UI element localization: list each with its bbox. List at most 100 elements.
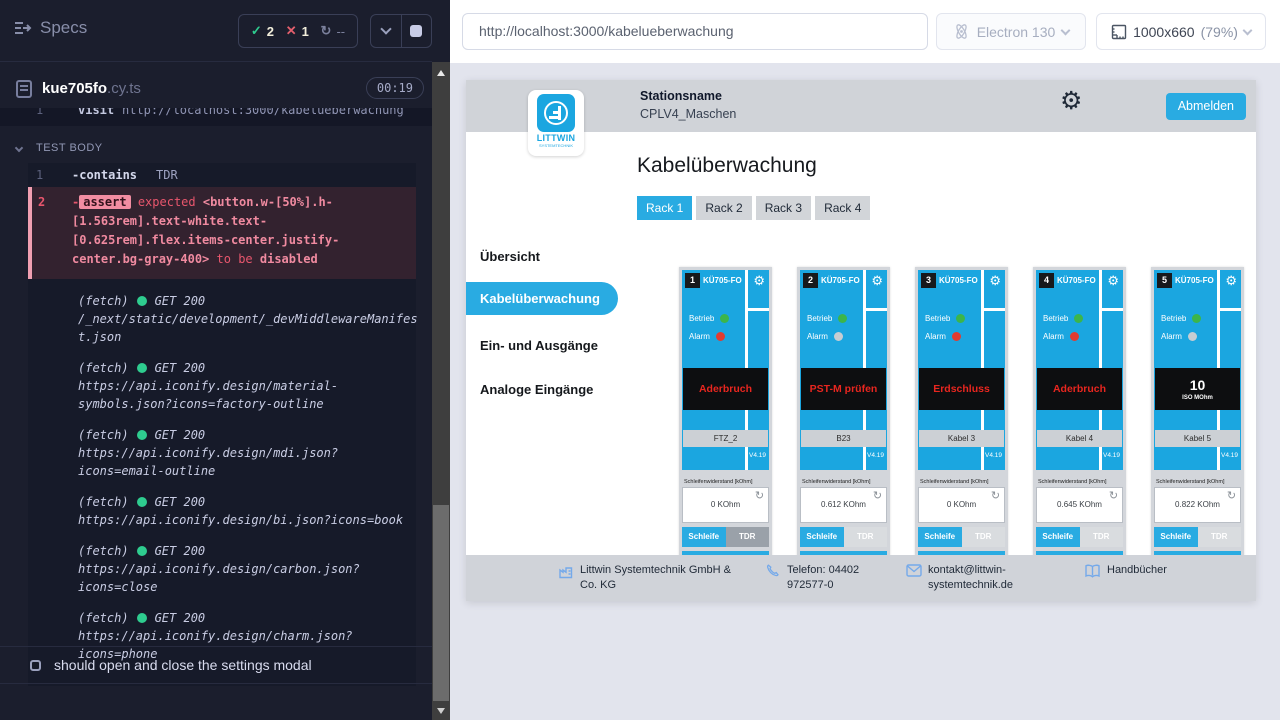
footer-email[interactable]: kontakt@littwin-systemtechnik.de	[906, 563, 1034, 593]
tab-rack-3[interactable]: Rack 3	[756, 196, 811, 220]
refresh-icon[interactable]: ↻	[1225, 490, 1238, 503]
reporter-scrollbar	[432, 0, 450, 720]
fetch-url: /_next/static/development/_devMiddleware…	[78, 310, 418, 346]
resistance-meter: Schleifenwiderstand [kOhm] ↻0.612 KOhm	[800, 477, 887, 523]
device-gear-icon[interactable]: ⚙	[753, 273, 765, 289]
command-visit-row[interactable]: 1 visit http://localhost:3000/kabelueber…	[0, 108, 432, 126]
station-name: CPLV4_Maschen	[640, 107, 736, 121]
refresh-icon[interactable]: ↻	[989, 490, 1002, 503]
browser-name: Electron 130	[977, 24, 1056, 40]
cable-name: Kabel 4	[1037, 430, 1122, 447]
fetch-log-entry[interactable]: (fetch)GET 200 https://api.iconify.desig…	[78, 493, 418, 529]
url-input[interactable]: http://localhost:3000/kabelueberwachung	[462, 13, 928, 50]
logout-button[interactable]: Abmelden	[1166, 93, 1246, 120]
footer-manuals[interactable]: Handbücher	[1084, 563, 1167, 578]
resistance-meter: Schleifenwiderstand [kOhm] ↻0 KOhm	[682, 477, 769, 523]
command-contains-row[interactable]: 1 -contains TDR	[28, 163, 416, 187]
sidebar-item-kabelueberwachung[interactable]: Kabelüberwachung	[466, 282, 618, 315]
device-gear-icon[interactable]: ⚙	[989, 273, 1001, 289]
schleife-button[interactable]: Schleife	[1154, 527, 1198, 547]
alarm-led	[1188, 332, 1197, 341]
stop-button[interactable]	[401, 15, 432, 47]
collapse-button[interactable]	[371, 15, 401, 47]
fetch-status: GET 200	[155, 292, 206, 310]
failed-assert-row[interactable]: 2 -assert expected <button.w-[50%].h-[1.…	[28, 187, 416, 279]
status-display: PST-M prüfen	[801, 368, 886, 410]
test-body-header[interactable]: TEST BODY	[0, 141, 432, 159]
tdr-button[interactable]: TDR	[1080, 527, 1124, 547]
alarm-label: Alarm	[807, 332, 828, 341]
tdr-button[interactable]: TDR	[1198, 527, 1242, 547]
betrieb-label: Betrieb	[1161, 314, 1186, 323]
fetch-status: GET 200	[155, 609, 206, 627]
tab-rack-1[interactable]: Rack 1	[637, 196, 692, 220]
viewport-selector[interactable]: 1000x660 (79%)	[1096, 13, 1266, 50]
resistance-meter: Schleifenwiderstand [kOhm] ↻0.822 KOhm	[1154, 477, 1241, 523]
refresh-icon[interactable]: ↻	[871, 490, 884, 503]
browser-selector[interactable]: Electron 130	[936, 13, 1086, 50]
tab-rack-4[interactable]: Rack 4	[815, 196, 870, 220]
fetch-log-entry[interactable]: (fetch)GET 200 https://api.iconify.desig…	[78, 359, 418, 413]
status-ok-dot	[137, 430, 147, 440]
tab-rack-2[interactable]: Rack 2	[696, 196, 751, 220]
sidebar-item-ein-und-ausgaenge[interactable]: Ein- und Ausgänge	[480, 338, 598, 353]
schleife-button[interactable]: Schleife	[1036, 527, 1080, 547]
browser-url-bar: http://localhost:3000/kabelueberwachung …	[450, 0, 1280, 63]
fetch-label: (fetch)	[78, 609, 129, 627]
device-gear-icon[interactable]: ⚙	[871, 273, 883, 289]
device-number: 3	[921, 273, 936, 288]
schleife-button[interactable]: Schleife	[800, 527, 844, 547]
assert-middle: to be	[217, 252, 253, 266]
alarm-label: Alarm	[1043, 332, 1064, 341]
refresh-icon[interactable]: ↻	[753, 490, 766, 503]
refresh-icon[interactable]: ↻	[1107, 490, 1120, 503]
command-line-number: 1	[36, 108, 43, 119]
specs-button[interactable]: Specs	[14, 18, 87, 38]
device-gear-icon[interactable]: ⚙	[1225, 273, 1237, 289]
aut-stage: Stationsname CPLV4_Maschen ⚙ Abmelden LI…	[450, 63, 1280, 720]
alarm-label: Alarm	[1161, 332, 1182, 341]
device-card-3: 3 KÜ705-FO ⚙ Betrieb Alarm Erdschluss Ka…	[915, 267, 1008, 577]
assert-message: -assert expected <button.w-[50%].h-[1.56…	[72, 193, 406, 269]
sidebar-item-uebersicht[interactable]: Übersicht	[480, 249, 540, 264]
fetch-log-entry[interactable]: (fetch)GET 200 https://api.iconify.desig…	[78, 542, 418, 596]
test-square-icon	[30, 660, 41, 671]
sidebar-item-analoge-eingaenge[interactable]: Analoge Eingänge	[480, 382, 593, 397]
next-test-row[interactable]: should open and close the settings modal	[0, 646, 432, 684]
device-front: 4 KÜ705-FO ⚙ Betrieb Alarm Aderbruch Kab…	[1036, 270, 1123, 470]
device-title: KÜ705-FO	[703, 276, 742, 285]
fetch-label: (fetch)	[78, 426, 129, 444]
fetch-label: (fetch)	[78, 292, 129, 310]
alarm-led	[716, 332, 725, 341]
footer-phone: Telefon: 04402 972577-0	[766, 563, 868, 593]
alarm-led	[1070, 332, 1079, 341]
resistance-meter: Schleifenwiderstand [kOhm] ↻0 KOhm	[918, 477, 1005, 523]
status-display: Aderbruch	[1037, 368, 1122, 410]
fetch-label: (fetch)	[78, 359, 129, 377]
device-front: 5 KÜ705-FO ⚙ Betrieb Alarm 10 ISO MOhm K…	[1154, 270, 1241, 470]
schleife-button[interactable]: Schleife	[918, 527, 962, 547]
fetch-status: GET 200	[155, 426, 206, 444]
cable-name: FTZ_2	[683, 430, 768, 447]
device-gear-icon[interactable]: ⚙	[1107, 273, 1119, 289]
iso-value: 10	[1190, 378, 1206, 393]
settings-gear-icon[interactable]: ⚙	[1060, 89, 1082, 114]
scroll-down-arrow-icon[interactable]	[437, 708, 445, 714]
tdr-button[interactable]: TDR	[962, 527, 1006, 547]
reload-circle-icon: ↻	[321, 23, 332, 39]
schleife-button[interactable]: Schleife	[682, 527, 726, 547]
tdr-button[interactable]: TDR	[726, 527, 770, 547]
scrollbar-track[interactable]	[432, 62, 450, 720]
scroll-up-arrow-icon[interactable]	[437, 70, 445, 76]
fetch-log-entry[interactable]: (fetch) GET 200 /_next/static/development…	[78, 292, 418, 346]
fetch-url: https://api.iconify.design/material-symb…	[78, 377, 418, 413]
firmware-version: V4.19	[1103, 452, 1120, 459]
scrollbar-thumb[interactable]	[433, 505, 449, 701]
spec-file-row[interactable]: kue705fo.cy.ts 00:19	[0, 74, 432, 106]
app-footer: Littwin Systemtechnik GmbH & Co. KG Tele…	[466, 555, 1256, 601]
tdr-button[interactable]: TDR	[844, 527, 888, 547]
fetch-log-entry[interactable]: (fetch)GET 200 https://api.iconify.desig…	[78, 426, 418, 480]
page-title: Kabelüberwachung	[637, 154, 817, 178]
factory-icon	[558, 564, 574, 580]
stop-icon	[410, 25, 422, 37]
